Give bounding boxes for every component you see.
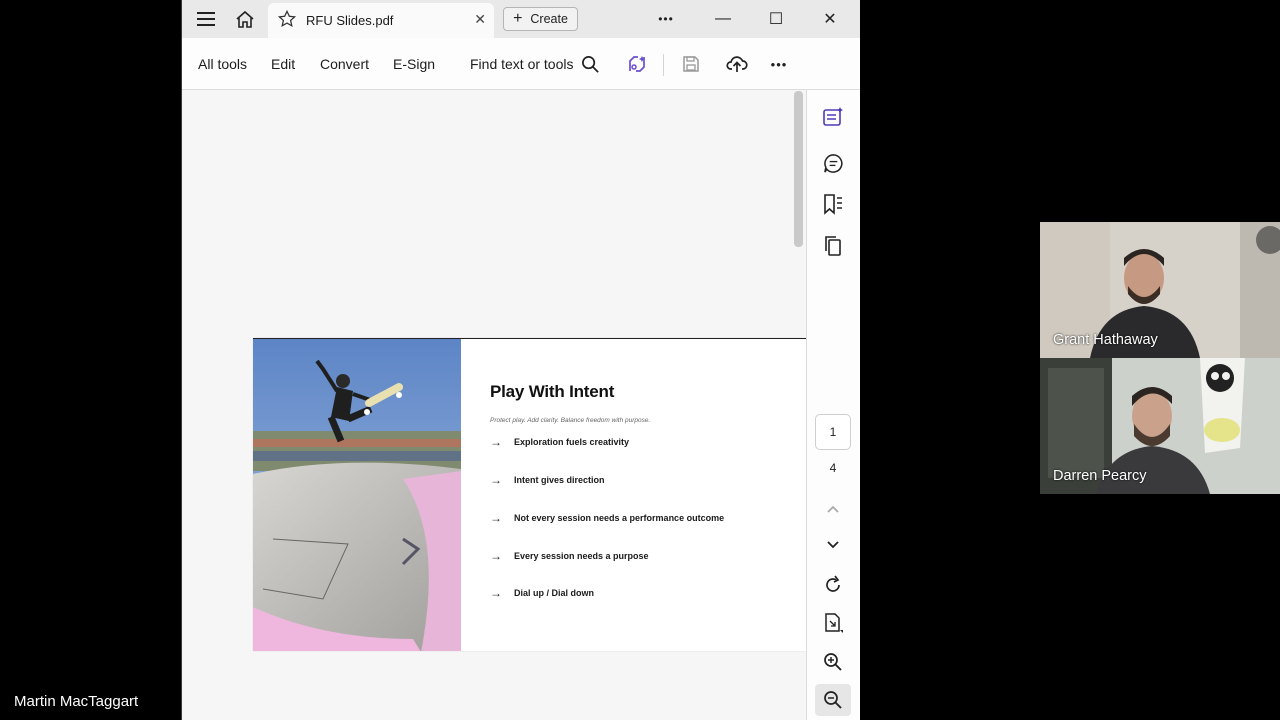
ai-assistant-icon[interactable] [625, 52, 649, 76]
close-window-icon[interactable]: ✕ [815, 6, 845, 32]
total-pages: 4 [829, 461, 837, 475]
bullet-text: Dial up / Dial down [514, 588, 595, 598]
slide-bullet: → Not every session needs a performance … [490, 511, 724, 525]
cloud-upload-icon[interactable] [725, 52, 749, 76]
arrow-right-icon: → [490, 586, 502, 600]
tab-title: RFU Slides.pdf [306, 13, 394, 28]
toolbar-divider [663, 54, 664, 76]
arrow-right-icon: → [490, 511, 502, 525]
pages-icon[interactable] [820, 233, 846, 259]
arrow-right-icon: → [490, 473, 502, 487]
slide-subtitle: Protect play. Add clarity. Balance freed… [490, 417, 651, 424]
rotate-icon[interactable] [820, 572, 846, 598]
home-icon[interactable] [233, 8, 257, 30]
menu-convert[interactable]: Convert [320, 56, 369, 72]
hamburger-menu-icon[interactable] [194, 8, 218, 30]
search-icon[interactable] [578, 52, 602, 76]
participant-name: Darren Pearcy [1053, 468, 1147, 484]
tab-close-icon[interactable]: ✕ [474, 11, 486, 28]
create-button[interactable]: + Create [503, 7, 578, 31]
participant-video-grant[interactable]: Grant Hathaway [1040, 222, 1280, 358]
document-canvas[interactable]: Play With Intent Protect play. Add clari… [182, 90, 806, 720]
window-more-icon[interactable]: ••• [651, 6, 681, 32]
star-icon[interactable] [277, 9, 297, 33]
plus-icon: + [513, 10, 523, 27]
menu-edit[interactable]: Edit [271, 56, 295, 72]
bullet-text: Not every session needs a performance ou… [514, 513, 725, 523]
maximize-icon[interactable]: ☐ [761, 6, 791, 32]
arrow-right-icon: → [490, 549, 502, 563]
comment-icon[interactable] [820, 150, 846, 176]
menu-e-sign[interactable]: E-Sign [393, 56, 435, 72]
skateboarder-photo [253, 339, 461, 651]
find-text-or-tools[interactable]: Find text or tools [470, 56, 574, 72]
slide-page: Play With Intent Protect play. Add clari… [253, 338, 806, 651]
slide-bullet: → Intent gives direction [490, 473, 605, 487]
bullet-text: Exploration fuels creativity [514, 437, 630, 447]
ai-summary-icon[interactable] [820, 104, 846, 130]
right-side-panel: 1 4 [806, 90, 860, 720]
pdf-viewer-window: RFU Slides.pdf ✕ + Create ••• — ☐ ✕ All … [181, 0, 860, 720]
title-bar: RFU Slides.pdf ✕ + Create ••• — ☐ ✕ [182, 0, 860, 38]
zoom-in-icon[interactable] [820, 649, 846, 675]
document-tab[interactable]: RFU Slides.pdf ✕ [268, 3, 494, 38]
current-page-input[interactable]: 1 [815, 414, 851, 450]
slide-title: Play With Intent [490, 382, 615, 401]
bookmark-icon[interactable] [820, 191, 846, 217]
chevron-up-icon[interactable] [820, 496, 846, 522]
slide-bullet: → Exploration fuels creativity [490, 435, 629, 449]
chevron-down-icon[interactable] [820, 532, 846, 558]
slide-bullet: → Dial up / Dial down [490, 586, 594, 600]
participant-name: Grant Hathaway [1053, 332, 1158, 348]
menu-all-tools[interactable]: All tools [198, 56, 247, 72]
bullet-text: Every session needs a purpose [514, 551, 649, 561]
toolbar-more-icon[interactable]: ••• [767, 52, 791, 76]
create-label: Create [530, 12, 568, 26]
vertical-scrollbar[interactable] [794, 91, 803, 247]
fit-page-icon[interactable] [820, 610, 846, 636]
slide-bullet: → Every session needs a purpose [490, 549, 649, 563]
arrow-right-icon: → [490, 435, 502, 449]
zoom-out-icon[interactable] [820, 687, 846, 713]
minimize-icon[interactable]: — [708, 6, 738, 32]
participant-video-darren[interactable]: Darren Pearcy [1040, 358, 1280, 494]
save-icon[interactable] [679, 52, 703, 76]
self-participant-name: Martin MacTaggart [14, 693, 139, 710]
main-toolbar: All tools Edit Convert E-Sign Find text … [182, 38, 860, 90]
bullet-text: Intent gives direction [514, 475, 605, 485]
